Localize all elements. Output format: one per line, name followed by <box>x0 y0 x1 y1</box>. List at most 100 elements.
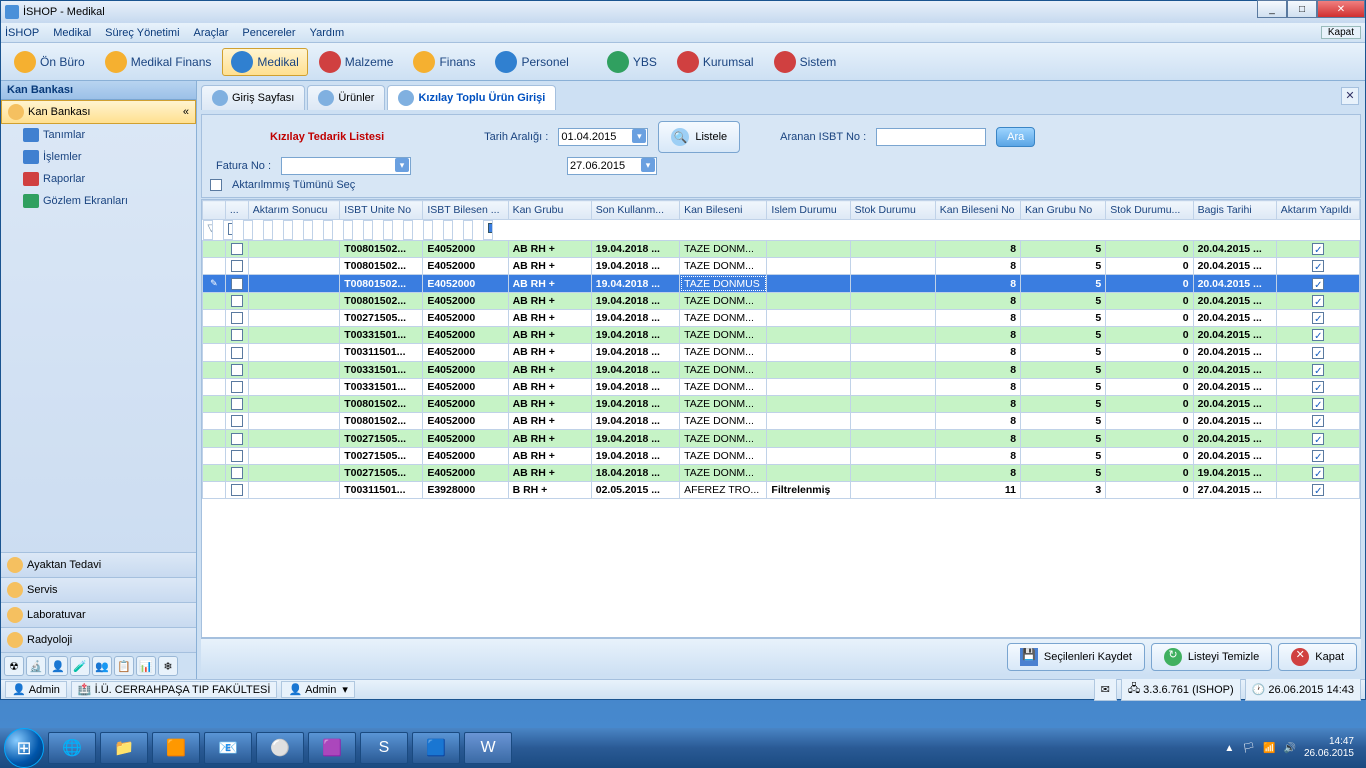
bottom-icon-5[interactable]: 📋 <box>114 656 134 676</box>
minimize-button[interactable]: _ <box>1257 0 1287 18</box>
tray-network-icon[interactable]: 📶 <box>1263 743 1275 754</box>
collapse-icon[interactable]: « <box>183 106 189 118</box>
filter-checkbox[interactable] <box>228 223 233 235</box>
menu-surec[interactable]: Süreç Yönetimi <box>105 27 179 39</box>
row-checkbox[interactable] <box>231 278 243 290</box>
column-header-1[interactable]: Aktarım Sonucu <box>248 201 339 220</box>
bottom-icon-1[interactable]: 🔬 <box>26 656 46 676</box>
maximize-button[interactable]: □ <box>1287 0 1317 18</box>
row-checkbox[interactable] <box>231 398 243 410</box>
menu-yardim[interactable]: Yardım <box>310 27 345 39</box>
table-row[interactable]: T00801502...E4052000AB RH +19.04.2018 ..… <box>203 395 1360 412</box>
menu-araclar[interactable]: Araçlar <box>194 27 229 39</box>
taskbar-app2[interactable]: 🟪 <box>308 732 356 764</box>
aktarim-checkbox[interactable] <box>1312 450 1324 462</box>
toolbar-item-8[interactable]: Sistem <box>765 48 846 76</box>
aktarim-checkbox[interactable] <box>1312 484 1324 496</box>
bottom-icon-7[interactable]: ❄ <box>158 656 178 676</box>
row-checkbox[interactable] <box>231 433 243 445</box>
taskbar-clock[interactable]: 14:47 26.06.2015 <box>1304 736 1354 760</box>
close-panel-button[interactable]: ✕ Kapat <box>1278 643 1357 671</box>
taskbar-chrome[interactable]: ⚪ <box>256 732 304 764</box>
table-row[interactable]: T00331501...E4052000AB RH +19.04.2018 ..… <box>203 327 1360 344</box>
menu-ishop[interactable]: İSHOP <box>5 27 39 39</box>
start-button[interactable]: ⊞ <box>4 728 44 768</box>
column-header-2[interactable]: ISBT Unite No <box>340 201 423 220</box>
table-row[interactable]: T00271505...E4052000AB RH +18.04.2018 ..… <box>203 464 1360 481</box>
row-checkbox[interactable] <box>231 381 243 393</box>
sidebar-panel-3[interactable]: Radyoloji <box>1 627 196 652</box>
data-grid[interactable]: ...Aktarım SonucuISBT Unite NoISBT Biles… <box>201 199 1361 638</box>
toolbar-item-7[interactable]: Kurumsal <box>668 48 763 76</box>
column-header-7[interactable]: Islem Durumu <box>767 201 850 220</box>
aktarim-checkbox[interactable] <box>1312 364 1324 376</box>
sidebar-sub-3[interactable]: Gözlem Ekranları <box>1 190 196 212</box>
tray-flag-icon[interactable]: 🏳 <box>1242 743 1255 754</box>
taskbar-skype[interactable]: S <box>360 732 408 764</box>
table-row[interactable]: ✎T00801502...E4052000AB RH +19.04.2018 .… <box>203 275 1360 292</box>
row-checkbox[interactable] <box>231 484 243 496</box>
tab-1[interactable]: Ürünler <box>307 85 385 110</box>
sidebar-panel-2[interactable]: Laboratuvar <box>1 602 196 627</box>
row-checkbox[interactable] <box>231 467 243 479</box>
sidebar-sub-2[interactable]: Raporlar <box>1 168 196 190</box>
row-checkbox[interactable] <box>231 243 243 255</box>
aktarim-checkbox[interactable] <box>1312 398 1324 410</box>
table-row[interactable]: T00311501...E3928000B RH +02.05.2015 ...… <box>203 482 1360 499</box>
aktarim-checkbox[interactable] <box>1312 278 1324 290</box>
column-header-4[interactable]: Kan Grubu <box>508 201 591 220</box>
toolbar-item-1[interactable]: Medikal Finans <box>96 48 221 76</box>
funnel-icon[interactable]: ▽ <box>203 220 213 240</box>
sidebar-sub-1[interactable]: İşlemler <box>1 146 196 168</box>
toolbar-item-6[interactable]: YBS <box>598 48 666 76</box>
aktarim-checkbox[interactable] <box>1312 243 1324 255</box>
table-row[interactable]: T00801502...E4052000AB RH +19.04.2018 ..… <box>203 258 1360 275</box>
tray-up-icon[interactable]: ▲ <box>1224 743 1234 754</box>
sidebar-panel-0[interactable]: Ayaktan Tedavi <box>1 552 196 577</box>
listele-button[interactable]: 🔍 Listele <box>658 121 740 153</box>
row-checkbox[interactable] <box>231 295 243 307</box>
row-checkbox[interactable] <box>231 347 243 359</box>
row-checkbox[interactable] <box>231 329 243 341</box>
aktarim-checkbox[interactable] <box>1312 433 1324 445</box>
toolbar-item-5[interactable]: Personel <box>486 48 577 76</box>
tray-volume-icon[interactable]: 🔊 <box>1283 743 1295 754</box>
tab-0[interactable]: Giriş Sayfası <box>201 85 305 110</box>
menu-medikal[interactable]: Medikal <box>53 27 91 39</box>
filter-indicator[interactable] <box>488 223 493 233</box>
taskbar-app1[interactable]: 🟧 <box>152 732 200 764</box>
table-row[interactable]: T00801502...E4052000AB RH +19.04.2018 ..… <box>203 292 1360 309</box>
toolbar-item-3[interactable]: Malzeme <box>310 48 403 76</box>
table-row[interactable]: T00331501...E4052000AB RH +19.04.2018 ..… <box>203 378 1360 395</box>
fatura-input[interactable] <box>281 157 411 175</box>
row-checkbox[interactable] <box>231 260 243 272</box>
column-header-12[interactable]: Bagis Tarihi <box>1193 201 1276 220</box>
tab-2[interactable]: Kızılay Toplu Ürün Girişi <box>387 85 556 110</box>
status-location[interactable]: 🏥İ.Ü. CERRAHPAŞA TIP FAKÜLTESİ <box>71 681 278 698</box>
row-checkbox[interactable] <box>231 415 243 427</box>
bottom-icon-0[interactable]: ☢ <box>4 656 24 676</box>
aktarilmamis-checkbox[interactable] <box>210 179 222 191</box>
row-checkbox[interactable] <box>231 312 243 324</box>
table-row[interactable]: T00801502...E4052000AB RH +19.04.2018 ..… <box>203 413 1360 430</box>
aktarim-checkbox[interactable] <box>1312 467 1324 479</box>
menubar-kapat-button[interactable]: Kapat <box>1321 26 1361 39</box>
table-row[interactable]: T00801502...E4052000AB RH +19.04.2018 ..… <box>203 241 1360 258</box>
status-admin-dropdown[interactable]: 👤Admin▾ <box>281 681 354 698</box>
taskbar-app3[interactable]: 🟦 <box>412 732 460 764</box>
taskbar-outlook[interactable]: 📧 <box>204 732 252 764</box>
aktarim-checkbox[interactable] <box>1312 295 1324 307</box>
clear-list-button[interactable]: ↻ Listeyi Temizle <box>1151 643 1272 671</box>
column-header-11[interactable]: Stok Durumu... <box>1106 201 1193 220</box>
taskbar-ie[interactable]: 🌐 <box>48 732 96 764</box>
isbt-input[interactable] <box>876 128 986 146</box>
menu-pencereler[interactable]: Pencereler <box>242 27 295 39</box>
aktarim-checkbox[interactable] <box>1312 347 1324 359</box>
table-row[interactable]: T00271505...E4052000AB RH +19.04.2018 ..… <box>203 309 1360 326</box>
column-header-3[interactable]: ISBT Bilesen ... <box>423 201 508 220</box>
aktarim-checkbox[interactable] <box>1312 260 1324 272</box>
aktarim-checkbox[interactable] <box>1312 415 1324 427</box>
bottom-icon-3[interactable]: 🧪 <box>70 656 90 676</box>
column-header-5[interactable]: Son Kullanm... <box>591 201 679 220</box>
row-checkbox[interactable] <box>231 364 243 376</box>
